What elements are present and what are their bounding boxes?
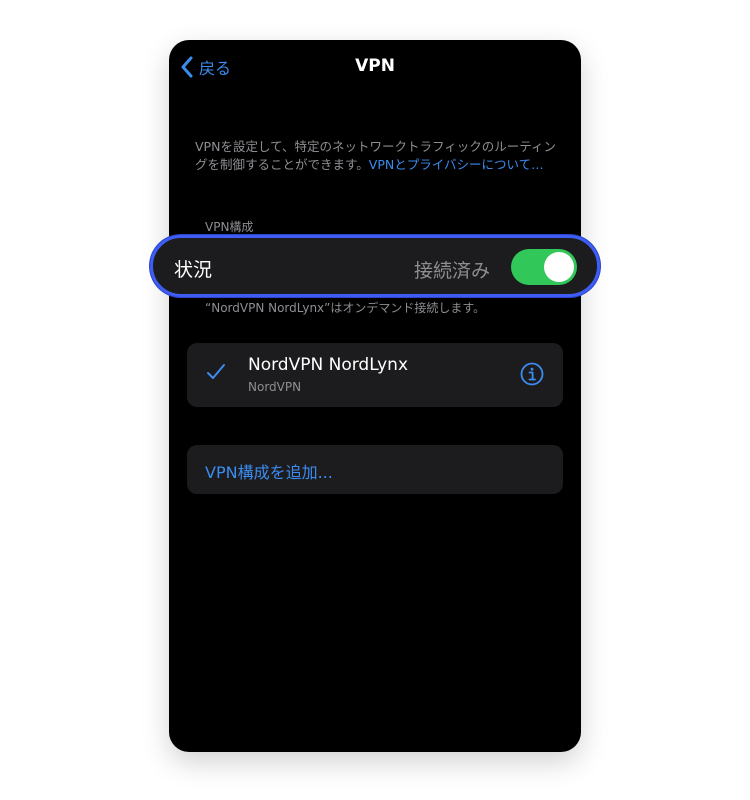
- status-value: 接続済み: [413, 260, 490, 282]
- status-label: 状況: [174, 259, 213, 281]
- section-header-vpn-config: VPN構成: [205, 220, 254, 234]
- page-title: VPN: [355, 56, 395, 76]
- add-vpn-config-label: VPN構成を追加...: [205, 463, 333, 482]
- vpn-description: VPNを設定して、特定のネットワークトラフィックのルーティングを制御することがで…: [195, 138, 565, 174]
- vpn-config-name: NordVPN NordLynx: [248, 355, 409, 375]
- privacy-link[interactable]: VPNとプライバシーについて…: [369, 157, 544, 172]
- vpn-config-provider: NordVPN: [248, 380, 302, 394]
- vpn-settings-screen: 戻る VPN VPNを設定して、特定のネットワークトラフィックのルーティングを制…: [169, 40, 581, 752]
- vpn-status-toggle[interactable]: [511, 249, 577, 285]
- status-row: 状況 接続済み: [150, 235, 600, 297]
- on-demand-note: “NordVPN NordLynx”はオンデマンド接続します。: [205, 301, 486, 315]
- checkmark-icon: [206, 363, 226, 385]
- vpn-config-row[interactable]: NordVPN NordLynx NordVPN: [187, 343, 563, 407]
- add-vpn-config-button[interactable]: VPN構成を追加...: [187, 445, 563, 494]
- info-icon[interactable]: [520, 362, 544, 386]
- toggle-knob: [544, 252, 574, 282]
